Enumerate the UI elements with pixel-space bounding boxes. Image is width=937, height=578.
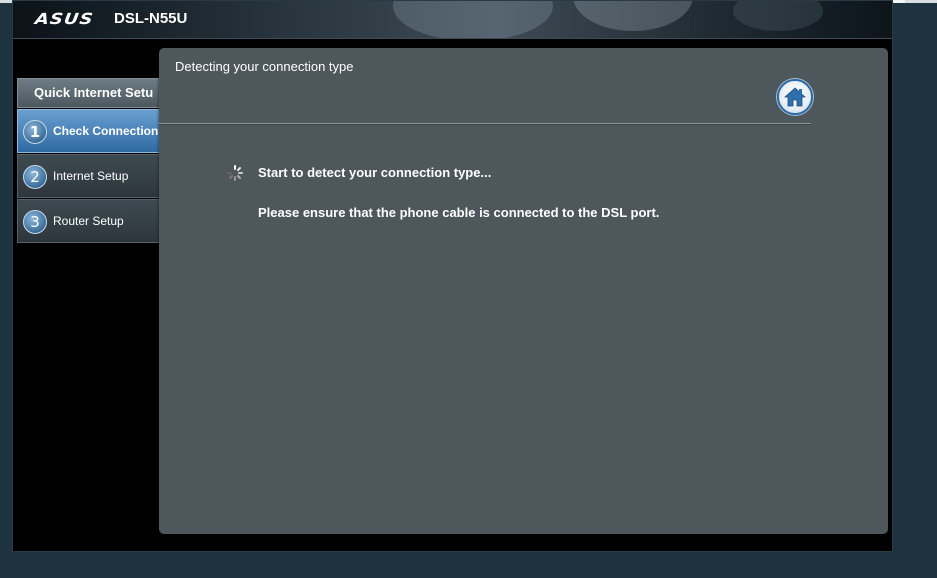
asus-logo: ASUS [33,10,95,29]
step-number-badge: 1 [23,120,47,144]
header-divider [13,38,892,39]
step-number-badge: 2 [23,165,47,189]
sidebar-item-label: Check Connection [53,124,159,138]
cable-instruction-text: Please ensure that the phone cable is co… [258,205,660,220]
model-name: DSL-N55U [114,10,188,27]
step-number-badge: 3 [23,210,47,234]
dialog-divider [159,123,811,124]
sidebar-item-internet-setup[interactable]: 2 Internet Setup [17,154,164,198]
sidebar-item-router-setup[interactable]: 3 Router Setup [17,199,164,243]
detect-status-text: Start to detect your connection type... [258,165,492,180]
sidebar-title: Quick Internet Setu [17,78,164,108]
sidebar-item-check-connection[interactable]: 1 Check Connection [17,109,164,153]
home-button[interactable] [777,79,813,115]
detect-connection-dialog: Detecting your connection type Start to … [159,48,888,534]
sidebar-item-label: Internet Setup [53,169,129,183]
sidebar-item-label: Router Setup [53,214,124,228]
qis-sidebar: Quick Internet Setu 1 Check Connection 2… [17,78,164,243]
header-banner: ASUS DSL-N55U [13,1,892,38]
dialog-title: Detecting your connection type [175,59,354,74]
loading-spinner-icon [227,165,243,181]
home-icon [784,87,806,107]
